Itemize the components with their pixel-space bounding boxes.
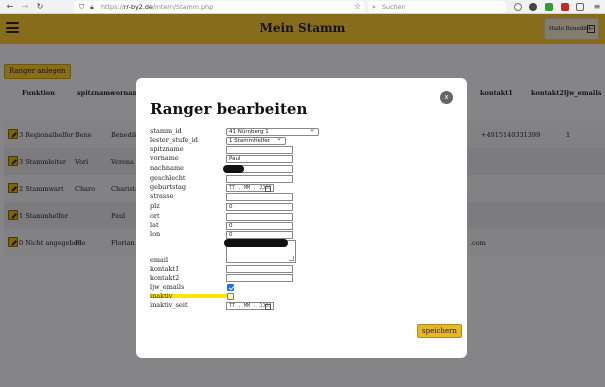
ublock-icon[interactable] — [561, 3, 569, 11]
geschlecht-field[interactable] — [226, 175, 293, 183]
plz-field[interactable]: 0 — [226, 203, 293, 211]
inaktiv-seit-date-field[interactable]: TT . MM . JJJJ — [226, 302, 274, 310]
label-stamm-id: stamm_id — [150, 127, 182, 135]
lester-stufe-id-select[interactable]: 1 Stammhelfer — [226, 135, 286, 145]
label-ort: ort — [150, 212, 160, 220]
label-inaktiv-seit: inaktiv_seit — [150, 301, 188, 309]
pocket-icon[interactable] — [514, 3, 522, 11]
label-kontakt2: kontakt2 — [150, 274, 180, 282]
geburtstag-date-field[interactable]: TT . MM . JJJJ — [226, 184, 274, 192]
ljw-emails-checkbox[interactable] — [227, 284, 234, 291]
lat-field[interactable]: 0 — [226, 222, 293, 230]
forward-icon[interactable]: → — [20, 2, 30, 12]
address-bar[interactable]: ⛉ 🔒︎ https://rr-by2.de/intern/Stamm.php … — [74, 1, 364, 13]
label-geschlecht: geschlecht — [150, 174, 186, 182]
ort-field[interactable] — [226, 213, 293, 221]
extension-icon[interactable] — [529, 3, 537, 11]
browser-toolbar: ← → ↻ ⛉ 🔒︎ https://rr-by2.de/intern/Stam… — [0, 0, 605, 14]
label-lester-stufe-id: lester_stufe_id — [150, 136, 198, 144]
label-lon: lon — [150, 230, 161, 238]
redaction-mark — [223, 165, 244, 173]
bookmark-star-icon[interactable]: ☆ — [354, 2, 361, 12]
label-nachname: nachname — [150, 164, 184, 172]
inaktiv-checkbox[interactable] — [227, 293, 234, 300]
lock-icon[interactable]: 🔒︎ — [90, 2, 94, 12]
search-placeholder: Suchen — [382, 3, 406, 11]
stamm-id-select[interactable]: 41 Nürnberg 1 — [226, 126, 319, 136]
search-bar[interactable]: ⌕ Suchen — [368, 1, 506, 13]
label-email: email — [150, 256, 169, 264]
dialog-title: Ranger bearbeiten — [150, 100, 308, 118]
spitzname-field[interactable] — [226, 146, 293, 154]
kontakt2-field[interactable] — [226, 274, 293, 282]
edit-ranger-dialog: Ranger bearbeiten x stamm_id lester_stuf… — [136, 78, 467, 358]
label-vorname: vorname — [150, 154, 179, 162]
close-button[interactable]: x — [440, 91, 453, 104]
back-icon[interactable]: ← — [5, 2, 15, 12]
search-icon: ⌕ — [372, 3, 376, 11]
shield-icon[interactable]: ⛉ — [79, 2, 84, 12]
label-geburtstag: geburtstag — [150, 183, 187, 191]
save-button[interactable]: speichern — [417, 324, 462, 338]
label-spitzname: spitzname — [150, 145, 184, 153]
extension-green-icon[interactable] — [545, 3, 553, 11]
label-ljw-emails: ljw_emails — [150, 283, 185, 291]
label-inaktiv: inaktiv — [150, 292, 173, 300]
url-text: https://rr-by2.de/intern/Stamm.php — [101, 3, 214, 11]
lon-field[interactable]: 0 — [226, 231, 293, 239]
kontakt1-field[interactable] — [226, 265, 293, 273]
menu-icon[interactable]: ≡ — [592, 2, 602, 12]
reload-icon[interactable]: ↻ — [35, 2, 45, 12]
redaction-mark — [224, 239, 288, 247]
label-strasse: strasse — [150, 192, 174, 200]
label-lat: lat — [150, 221, 159, 229]
vorname-field[interactable]: Paul — [226, 155, 293, 163]
extensions-puzzle-icon[interactable] — [576, 3, 584, 11]
label-kontakt1: kontakt1 — [150, 265, 180, 273]
label-plz: plz — [150, 202, 160, 210]
strasse-field[interactable] — [226, 193, 293, 201]
